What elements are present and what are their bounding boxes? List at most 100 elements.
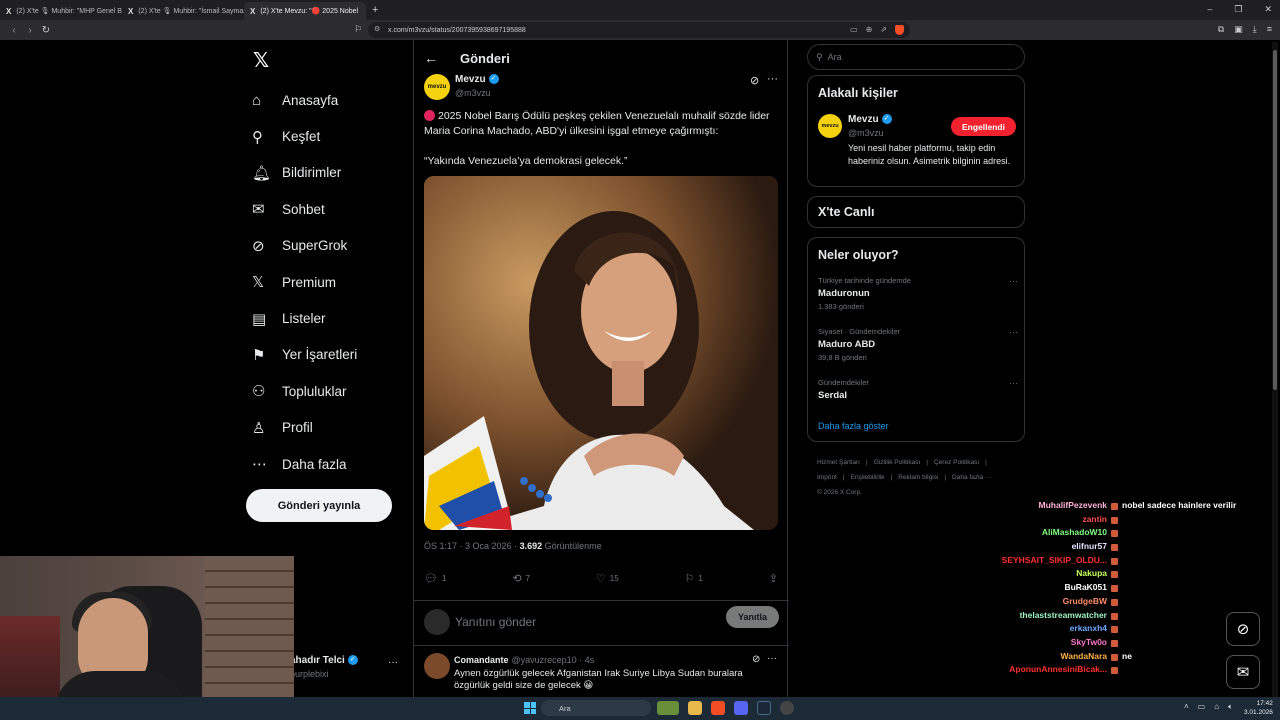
zoom-icon[interactable]: ⊕ <box>866 25 873 35</box>
avatar[interactable] <box>424 653 450 679</box>
sidebar-item-bookmarks[interactable]: ⚑ Yer İşaretleri <box>252 337 357 373</box>
back-arrow-icon[interactable]: ‹ <box>6 25 22 36</box>
chat-text: ne <box>1122 650 1132 661</box>
avatar[interactable]: mevzu <box>818 114 842 138</box>
author-avatar[interactable]: mevzu <box>424 74 450 100</box>
post-button[interactable]: Gönderi yayınla <box>246 489 392 522</box>
download-icon[interactable]: ⤓ <box>1253 24 1257 35</box>
red-circle-icon <box>424 110 435 121</box>
forward-arrow-icon[interactable]: › <box>22 25 38 36</box>
chat-text: nobel sadece hainlere verilir <box>1122 500 1237 510</box>
more-options-icon[interactable]: ··· <box>1009 276 1018 286</box>
back-arrow-icon[interactable]: ← <box>424 50 438 66</box>
search-input[interactable]: ⚲ Ara <box>807 44 1025 70</box>
chat-username: zantin <box>1082 513 1107 524</box>
blocked-button[interactable]: Engellendi <box>951 117 1016 136</box>
webcam-overlay <box>0 556 294 706</box>
communities-icon: ⚇ <box>252 383 266 401</box>
more-options-icon[interactable]: ··· <box>767 73 778 85</box>
sidebar-item-premium[interactable]: 𝕏 Premium <box>252 264 357 300</box>
reload-icon[interactable]: ↻ <box>38 25 54 36</box>
sidebar-item-profile[interactable]: ♙ Profil <box>252 410 357 446</box>
sidebar-item-lists[interactable]: ▤ Listeler <box>252 300 357 336</box>
heart-icon: ♡ <box>595 573 606 585</box>
grok-icon[interactable]: ⊘ <box>752 654 760 665</box>
live-card[interactable]: X'te Canlı <box>807 196 1025 228</box>
reply-button[interactable]: 💬︎ 1 <box>424 572 446 585</box>
trend-item[interactable]: Türkiye tarihinde gündemde Maduronun 1.3… <box>818 276 1018 311</box>
steam-icon[interactable] <box>757 701 771 715</box>
more-options-icon[interactable]: ··· <box>388 657 398 668</box>
clock[interactable]: 17:42 3.01.2026 <box>1244 699 1273 717</box>
grok-icon[interactable]: ⊘ <box>750 74 759 87</box>
home-icon: ⌂ <box>252 91 262 109</box>
folder-icon[interactable] <box>688 701 702 715</box>
sidebar-item-communities[interactable]: ⚇ Topluluklar <box>252 373 357 409</box>
chat-username: SkyTw0o <box>1070 636 1107 647</box>
share-icon: ⇪ <box>768 573 778 585</box>
share-icon[interactable]: ⇗ <box>880 25 887 35</box>
x-logo-icon[interactable]: 𝕏 <box>253 48 269 73</box>
sidebar-item-chat[interactable]: ✉ Sohbet <box>252 191 357 227</box>
restore-icon[interactable]: ❐ <box>1234 4 1242 15</box>
sidebar-item-home[interactable]: ⌂ Anasayfa <box>252 82 357 118</box>
brave-shield-icon[interactable] <box>895 25 904 35</box>
browser-tab-active[interactable]: X (2) X'te Mevzu: "🔴 2025 Nobel <box>244 2 366 20</box>
chat-badge-icon <box>1111 653 1118 661</box>
sidebar-item-more[interactable]: ⋯ Daha fazla <box>252 446 357 482</box>
network-icon[interactable]: ⌂ <box>1214 702 1219 712</box>
brave-browser-icon[interactable] <box>711 701 725 715</box>
repost-button[interactable]: ⟲ 7 <box>512 572 530 585</box>
show-more-link[interactable]: Daha fazla göster <box>818 421 889 431</box>
bookmark-page-icon[interactable]: ⚐ <box>354 24 362 35</box>
obs-icon[interactable] <box>780 701 794 715</box>
reply-input[interactable]: Yanıtını gönder <box>455 615 536 629</box>
display-icon[interactable]: ▭ <box>1198 702 1206 712</box>
account-switcher[interactable]: ahadır Telci ✓ purplebixi ··· <box>290 655 398 679</box>
chevron-up-icon[interactable]: ˄ <box>1184 702 1189 712</box>
widget-icon[interactable] <box>657 701 679 715</box>
chat-message: GrudgeBW <box>990 596 1240 610</box>
reply-submit-button[interactable]: Yanıtla <box>726 606 779 628</box>
taskbar-search[interactable]: Ara <box>541 700 651 716</box>
browser-tab[interactable]: X (2) X'te 🎙 Muhbir: "İsmail Saymaz: <box>122 2 244 20</box>
author-name-row[interactable]: Mevzu ✓ <box>455 74 499 85</box>
menu-icon[interactable]: ≡ <box>1267 24 1272 35</box>
author-handle[interactable]: @m3vzu <box>455 88 491 98</box>
site-info-icon[interactable]: ⚙ <box>374 25 380 33</box>
discord-icon[interactable] <box>734 701 748 715</box>
tweet-photo[interactable] <box>424 176 778 530</box>
minimize-icon[interactable]: – <box>1207 4 1212 15</box>
windows-start-icon[interactable] <box>524 702 536 714</box>
grok-icon[interactable]: ⊘ <box>1226 612 1260 646</box>
sidebar-item-notifications[interactable]: 🔔︎ Bildirimler <box>252 155 357 191</box>
like-button[interactable]: ♡ 15 <box>596 572 619 585</box>
new-tab-button[interactable]: + <box>372 4 378 16</box>
address-bar[interactable]: ⚙ x.com/m3vzu/status/2007395938697195888… <box>368 22 910 38</box>
sidebar-icon[interactable]: ▣ <box>1234 24 1243 35</box>
close-icon[interactable]: ✕ <box>1264 4 1272 15</box>
volume-icon[interactable]: 🔈︎ <box>1228 702 1233 712</box>
scrollbar-thumb[interactable] <box>1273 50 1277 390</box>
share-button[interactable]: ⇪ <box>769 572 778 585</box>
more-options-icon[interactable]: ··· <box>767 653 777 664</box>
browser-tab-bar: X (2) X'te 🎙 Muhbir: "MHP Genel Baş X (2) … <box>0 0 1280 20</box>
browser-tab[interactable]: X (2) X'te 🎙 Muhbir: "MHP Genel Baş <box>0 2 122 20</box>
trend-item[interactable]: Siyaset · Gündemdekiler Maduro ABD 39,8 … <box>818 327 1018 362</box>
stream-chat-overlay: MuhalifPezevenk nobel sadece hainlere ver… <box>990 500 1240 678</box>
screen-icon[interactable]: ▭ <box>850 25 858 35</box>
chat-badge-icon <box>1111 516 1118 524</box>
chat-badge-icon <box>1111 612 1118 620</box>
bookmark-button[interactable]: ⚐ 1 <box>685 572 703 585</box>
trend-item[interactable]: Gündemdekiler Serdal ··· <box>818 378 1018 401</box>
more-options-icon[interactable]: ··· <box>1009 378 1018 388</box>
mail-icon[interactable]: ✉ <box>1226 655 1260 689</box>
more-options-icon[interactable]: ··· <box>1009 327 1018 337</box>
chat-badge-icon <box>1111 503 1118 510</box>
extensions-icon[interactable]: ⧉ <box>1218 24 1224 35</box>
tweet-photo-illustration <box>424 176 778 530</box>
sidebar-item-explore[interactable]: ⚲ Keşfet <box>252 118 357 154</box>
chat-message: thelaststreamwatcher <box>990 610 1240 624</box>
chat-message: AliMashadoW10 <box>990 527 1240 541</box>
sidebar-item-supergrok[interactable]: ⊘ SuperGrok <box>252 228 357 264</box>
